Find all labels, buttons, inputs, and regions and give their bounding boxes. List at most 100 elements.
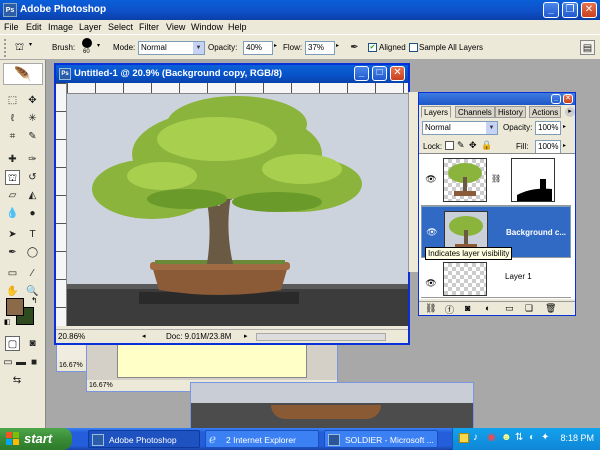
restore-button[interactable]: ❐ [562,2,578,18]
tab-channels[interactable]: Channels [455,106,495,118]
document-minimize-button[interactable]: _ [354,66,369,81]
link-layers-icon[interactable]: ⛓ [425,303,436,314]
tray-antivirus-icon[interactable]: ◉ [487,432,496,443]
eye-icon[interactable]: 👁 [425,225,439,239]
airbrush-icon[interactable]: ✒ [347,40,362,55]
scroll-left-icon[interactable]: ◂ [142,332,146,340]
status-menu-icon[interactable]: ▸ [244,332,248,340]
add-mask-icon[interactable]: ◙ [465,303,470,313]
horizontal-ruler[interactable] [67,83,408,94]
new-group-icon[interactable]: ▭ [505,303,514,314]
hand-tool-icon[interactable]: ✋ [5,284,20,299]
minimize-button[interactable]: _ [543,2,559,18]
sample-all-layers-checkbox[interactable] [409,43,418,52]
dodge-tool-icon[interactable]: ● [25,206,40,221]
horizontal-scrollbar[interactable] [256,333,386,341]
background-document-window[interactable] [190,382,474,429]
tray-messenger-icon[interactable]: ☻ [501,432,512,443]
palette-minimize-button[interactable]: _ [551,94,561,104]
tray-network-icon[interactable]: ⇅ [515,432,523,443]
flow-input[interactable]: 37% [305,41,335,55]
menu-window[interactable]: Window [191,22,223,32]
document-window[interactable]: Ps Untitled-1 @ 20.9% (Background copy, … [54,63,410,345]
path-selection-tool-icon[interactable]: ➤ [5,227,20,242]
task-microsoft-word[interactable]: SOLDIER - Microsoft ... [324,430,438,448]
brush-tool-icon[interactable]: ✑ [25,152,40,167]
menu-image[interactable]: Image [48,22,73,32]
layer-row[interactable]: 👁 ⛓ [421,154,571,206]
menu-help[interactable]: Help [228,22,247,32]
slice-tool-icon[interactable]: ✎ [25,129,40,144]
palette-title-bar[interactable]: ✕ _ [419,93,575,105]
document-canvas[interactable] [67,94,408,326]
palette-close-button[interactable]: ✕ [563,94,573,104]
eye-icon[interactable]: 👁 [424,276,438,290]
quick-mask-mode-icon[interactable]: ◙ [25,336,40,351]
mode-select[interactable]: Normal ▼ [138,41,205,55]
tab-actions[interactable]: Actions [529,106,562,118]
flow-slider-arrow-icon[interactable]: ▸ [336,42,339,49]
lock-transparent-icon[interactable] [445,141,454,150]
layer-opacity-arrow-icon[interactable]: ▸ [563,123,566,130]
feather-logo-icon[interactable]: 🪶 [3,63,43,85]
pen-tool-icon[interactable]: ✒ [5,245,20,260]
full-screen-mode-icon[interactable]: ■ [29,355,39,370]
menu-edit[interactable]: Edit [26,22,42,32]
eye-icon[interactable]: 👁 [424,172,438,186]
trash-icon[interactable]: 🗑 [545,303,556,314]
task-photoshop[interactable]: Adobe Photoshop [88,430,200,448]
close-button[interactable]: ✕ [581,2,597,18]
type-tool-icon[interactable]: T [25,227,40,242]
lock-all-icon[interactable]: 🔒 [481,140,492,151]
document-title-bar[interactable]: Ps Untitled-1 @ 20.9% (Background copy, … [56,65,408,83]
brush-dropdown-icon[interactable]: ▾ [97,42,100,49]
eraser-tool-icon[interactable]: ▱ [5,188,20,203]
brush-tip-icon[interactable] [82,38,92,48]
layer-mask-link-icon[interactable]: ⛓ [491,174,501,183]
document-maximize-button[interactable]: □ [372,66,387,81]
move-tool-icon[interactable]: ✥ [25,93,40,108]
menu-layer[interactable]: Layer [79,22,102,32]
vertical-scrollbar[interactable] [408,92,418,272]
chevron-down-icon[interactable]: ▾ [29,41,32,48]
healing-brush-tool-icon[interactable]: ✚ [5,152,20,167]
menu-file[interactable]: File [4,22,19,32]
tray-folder-icon[interactable] [459,433,469,443]
palette-menu-icon[interactable]: ▸ [565,107,575,117]
menu-filter[interactable]: Filter [139,22,159,32]
options-grip[interactable] [4,39,10,57]
palette-well-icon[interactable]: ▤ [580,40,595,55]
opacity-input[interactable]: 40% [243,41,273,55]
layer-mask-thumbnail[interactable] [511,158,555,202]
task-internet-explorer[interactable]: ℯ 2 Internet Explorer [205,430,319,448]
tab-layers[interactable]: Layers [421,106,452,118]
start-button[interactable]: start [0,428,72,450]
marquee-tool-icon[interactable]: ⬚ [5,93,20,108]
menu-view[interactable]: View [166,22,185,32]
blend-mode-select[interactable]: Normal ▼ [422,121,498,135]
fill-arrow-icon[interactable]: ▸ [563,142,566,149]
layer-opacity-input[interactable]: 100% [535,121,561,135]
app-title-bar[interactable]: Ps Adobe Photoshop _ ❐ ✕ [0,0,600,20]
crop-tool-icon[interactable]: ⌗ [5,129,20,144]
adjustment-layer-icon[interactable]: ◐ [485,303,490,313]
magic-wand-tool-icon[interactable]: ✳ [25,111,40,126]
blur-tool-icon[interactable]: 💧 [5,206,20,221]
menu-select[interactable]: Select [108,22,133,32]
tab-history[interactable]: History [495,106,526,118]
default-colors-icon[interactable]: ◧ [4,318,11,326]
shape-tool-icon[interactable]: ◯ [25,245,40,260]
clone-stamp-tool-icon[interactable]: ⛫ [5,170,20,185]
layer-row[interactable]: 👁 Layer 1 [421,258,571,298]
doc-size-info[interactable]: Doc: 9.01M/23.8M [166,332,231,341]
aligned-checkbox[interactable]: ✔ [368,43,377,52]
standard-mode-icon[interactable]: ▢ [5,336,20,351]
standard-screen-mode-icon[interactable]: ▭ [3,355,13,370]
layer-style-icon[interactable]: ⓕ [445,303,454,316]
swap-colors-icon[interactable]: ↰ [31,296,38,305]
notes-tool-icon[interactable]: ▭ [5,266,20,281]
paint-bucket-tool-icon[interactable]: ◭ [25,188,40,203]
zoom-level[interactable]: 20.86% [58,332,85,341]
eyedropper-tool-icon[interactable]: ⁄ [25,266,40,281]
lock-position-icon[interactable]: ✥ [469,140,477,151]
